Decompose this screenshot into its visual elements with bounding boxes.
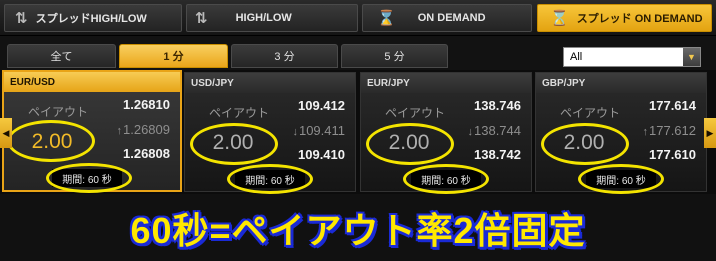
asset-card-eurjpy[interactable]: EUR/JPY ペイアウト 2.00 138.746 ↓138.744 138.… xyxy=(360,72,532,194)
price-mid: ↓109.411 xyxy=(292,123,345,138)
tab-label: 3 分 xyxy=(274,51,295,63)
price-high[interactable]: 109.412 xyxy=(298,98,345,113)
tab-label: スプレッド ON DEMAND xyxy=(576,13,703,25)
price-low[interactable]: 1.26808 xyxy=(123,146,170,161)
highlight-ring xyxy=(541,123,629,165)
price-mid-value: 109.411 xyxy=(298,123,345,138)
prev-arrow-icon[interactable]: ◀ xyxy=(0,118,12,148)
highlight-ring xyxy=(190,123,278,165)
tab-label: HIGH/LOW xyxy=(235,12,292,24)
price-high[interactable]: 138.746 xyxy=(474,98,521,113)
asset-card-eurusd[interactable]: EUR/USD ペイアウト 2.00 1.26810 ↑1.26809 1.26… xyxy=(2,70,182,193)
price-mid-value: 138.744 xyxy=(474,123,521,138)
dropdown-arrow-icon[interactable]: ▼ xyxy=(683,48,700,66)
tab-high-low[interactable]: ⇅ HIGH/LOW xyxy=(186,4,358,32)
tab-spread-high-low[interactable]: ⇅ スプレッドHIGH/LOW xyxy=(4,4,182,32)
hourglass-icon: ⌛ xyxy=(377,10,396,27)
highlight-ring xyxy=(578,164,664,194)
updown-arrows-icon: ⇅ xyxy=(15,10,28,27)
next-arrow-icon[interactable]: ▶ xyxy=(704,118,716,148)
tab-on-demand[interactable]: ⌛ ON DEMAND xyxy=(362,4,532,32)
payout-label: ペイアウト xyxy=(28,105,89,119)
tab-duration-5min[interactable]: 5 分 xyxy=(341,44,448,68)
price-mid: ↑1.26809 xyxy=(117,122,171,137)
tab-label: ON DEMAND xyxy=(417,12,486,24)
asset-filter-select[interactable]: All ▼ xyxy=(563,47,701,67)
price-mid: ↑177.612 xyxy=(643,123,697,138)
arrow-down-icon: ↓ xyxy=(467,126,474,138)
payout-label: ペイアウト xyxy=(560,106,621,120)
tab-label: 5 分 xyxy=(384,51,405,63)
price-low[interactable]: 109.410 xyxy=(298,147,345,162)
hourglass-icon: ⌛ xyxy=(550,10,569,27)
highlight-ring xyxy=(46,163,132,193)
highlight-ring xyxy=(366,123,454,165)
tab-duration-all[interactable]: 全て xyxy=(7,44,116,68)
arrow-up-icon: ↑ xyxy=(642,126,649,138)
arrow-up-icon: ↑ xyxy=(116,125,123,137)
price-high[interactable]: 1.26810 xyxy=(123,97,170,112)
price-mid-value: 1.26809 xyxy=(123,122,170,137)
tab-label: スプレッドHIGH/LOW xyxy=(35,13,147,25)
tab-duration-1min[interactable]: 1 分 xyxy=(119,44,228,68)
asset-pair-name: GBP/JPY xyxy=(536,73,706,93)
tab-label: 1 分 xyxy=(163,51,184,63)
tab-label: 全て xyxy=(50,51,73,63)
payout-label: ペイアウト xyxy=(385,106,446,120)
price-low[interactable]: 177.610 xyxy=(649,147,696,162)
highlight-ring xyxy=(403,164,489,194)
asset-pair-name: EUR/USD xyxy=(4,72,180,92)
highlight-ring xyxy=(7,120,95,162)
price-high[interactable]: 177.614 xyxy=(649,98,696,113)
tab-spread-on-demand[interactable]: ⌛ スプレッド ON DEMAND xyxy=(537,4,712,32)
asset-card-usdjpy[interactable]: USD/JPY ペイアウト 2.00 109.412 ↓109.411 109.… xyxy=(184,72,356,194)
price-mid-value: 177.612 xyxy=(649,123,696,138)
price-mid: ↓138.744 xyxy=(468,123,522,138)
asset-card-list: EUR/USD ペイアウト 2.00 1.26810 ↑1.26809 1.26… xyxy=(0,70,716,194)
highlight-ring xyxy=(227,164,313,194)
asset-pair-name: EUR/JPY xyxy=(361,73,531,93)
caption-overlay: 60秒=ペイアウト率2倍固定 xyxy=(130,209,586,251)
select-value: All xyxy=(570,51,583,63)
payout-label: ペイアウト xyxy=(209,106,270,120)
asset-card-gbpjpy[interactable]: GBP/JPY ペイアウト 2.00 177.614 ↑177.612 177.… xyxy=(535,72,707,194)
arrow-down-icon: ↓ xyxy=(292,126,298,138)
tab-duration-3min[interactable]: 3 分 xyxy=(231,44,338,68)
asset-pair-name: USD/JPY xyxy=(185,73,355,93)
product-tab-bar: ⇅ スプレッドHIGH/LOW ⇅ HIGH/LOW ⌛ ON DEMAND ⌛… xyxy=(0,0,716,36)
updown-arrows-icon: ⇅ xyxy=(195,10,208,27)
price-low[interactable]: 138.742 xyxy=(474,147,521,162)
